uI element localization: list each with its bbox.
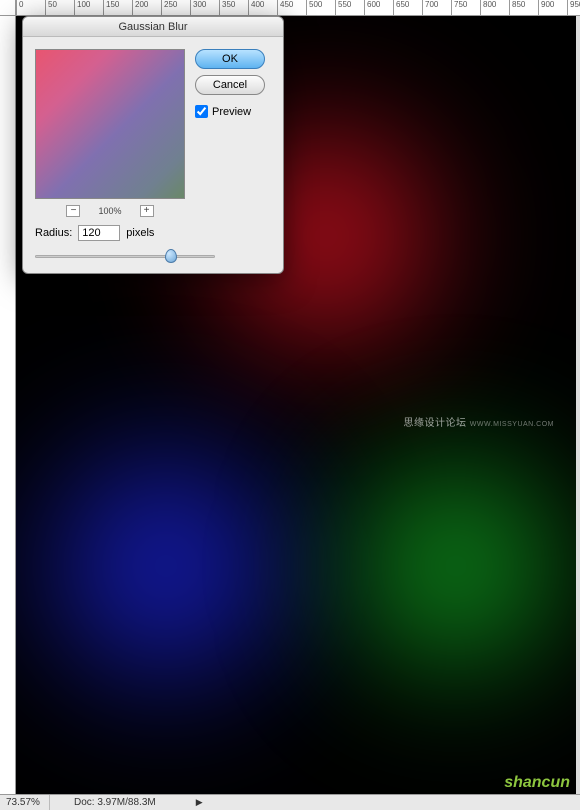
green-blob — [306, 416, 576, 716]
ruler-tick: 250 — [161, 0, 190, 15]
status-bar: 73.57% Doc: 3.97M/88.3M ▶ — [0, 794, 580, 810]
ruler-tick: 150 — [103, 0, 132, 15]
cancel-button[interactable]: Cancel — [195, 75, 265, 95]
blue-blob — [16, 396, 336, 736]
ruler-tick: 800 — [480, 0, 509, 15]
radius-slider[interactable] — [35, 249, 215, 263]
ruler-corner — [0, 0, 16, 16]
ruler-tick: 50 — [45, 0, 74, 15]
radius-unit: pixels — [126, 227, 154, 239]
zoom-level[interactable]: 73.57% — [0, 795, 50, 810]
watermark-text: 思缘设计论坛 WWW.MISSYUAN.COM — [404, 414, 555, 429]
zoom-out-button[interactable]: − — [66, 205, 80, 217]
ruler-tick: 350 — [219, 0, 248, 15]
ruler-tick: 600 — [364, 0, 393, 15]
vertical-scrollbar[interactable] — [576, 16, 580, 794]
ruler-tick: 500 — [306, 0, 335, 15]
gaussian-blur-dialog: Gaussian Blur − 100% + OK Cancel Preview… — [22, 16, 284, 274]
ruler-horizontal: 0501001502002503003504004505005506006507… — [16, 0, 580, 16]
radius-input[interactable] — [78, 225, 120, 241]
preview-zoom: 100% — [98, 206, 121, 216]
ruler-tick: 400 — [248, 0, 277, 15]
ruler-tick: 900 — [538, 0, 567, 15]
ruler-tick: 300 — [190, 0, 219, 15]
ruler-tick: 950 — [567, 0, 580, 15]
dialog-title: Gaussian Blur — [23, 17, 283, 37]
ruler-tick: 450 — [277, 0, 306, 15]
zoom-in-button[interactable]: + — [140, 205, 154, 217]
slider-track — [35, 255, 215, 258]
ok-button[interactable]: OK — [195, 49, 265, 69]
status-arrow-icon[interactable]: ▶ — [196, 797, 203, 808]
preview-checkbox-label: Preview — [212, 106, 251, 118]
preview-thumbnail[interactable] — [35, 49, 185, 199]
ruler-tick: 700 — [422, 0, 451, 15]
preview-checkbox[interactable] — [195, 105, 208, 118]
ruler-tick: 100 — [74, 0, 103, 15]
ruler-tick: 650 — [393, 0, 422, 15]
ruler-tick: 750 — [451, 0, 480, 15]
ruler-tick: 850 — [509, 0, 538, 15]
ruler-vertical — [0, 16, 16, 794]
radius-label: Radius: — [35, 227, 72, 239]
ruler-tick: 200 — [132, 0, 161, 15]
ruler-tick: 0 — [16, 0, 45, 15]
corner-watermark: shancun — [504, 774, 570, 792]
preview-checkbox-row[interactable]: Preview — [195, 105, 265, 118]
doc-size: Doc: 3.97M/88.3M — [50, 797, 156, 808]
ruler-tick: 550 — [335, 0, 364, 15]
slider-thumb[interactable] — [165, 249, 177, 263]
